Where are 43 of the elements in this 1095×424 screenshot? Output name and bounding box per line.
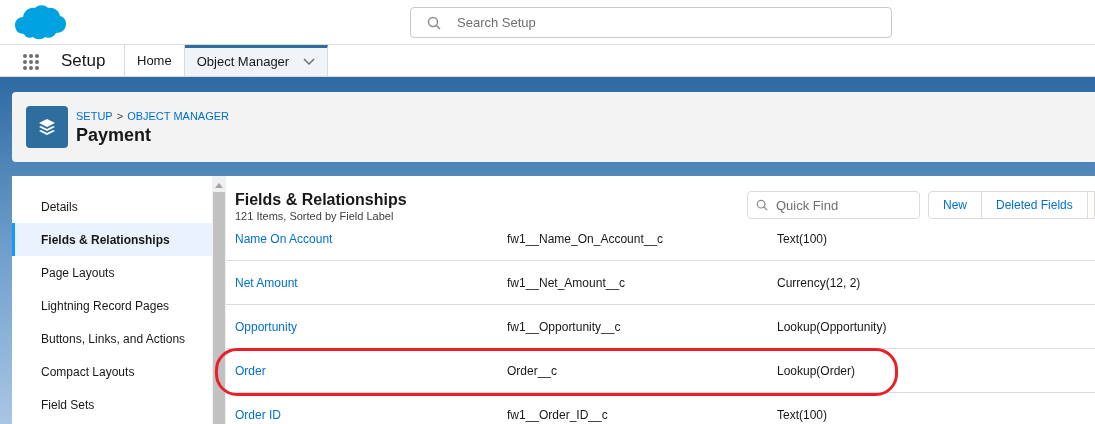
app-name: Setup	[61, 49, 107, 72]
section-title: Fields & Relationships	[235, 190, 408, 210]
sidebar-item[interactable]: Buttons, Links, and Actions	[12, 322, 212, 355]
scrollbar[interactable]	[212, 176, 226, 424]
field-link[interactable]: Name On Account	[226, 229, 507, 248]
toolbar-button[interactable]: New	[929, 192, 982, 218]
table-cell-text: Lookup(Order)	[777, 362, 857, 380]
table-cell-text: Currency(12, 2)	[777, 274, 862, 292]
table-cell-text: Lookup(Opportunity)	[777, 318, 888, 336]
breadcrumb-link[interactable]: SETUP	[76, 107, 113, 125]
layers-icon	[26, 106, 68, 148]
field-link[interactable]: Opportunity	[226, 317, 507, 336]
nav-tab[interactable]: Home	[125, 45, 185, 76]
table-cell-text: Text(100)	[777, 230, 829, 248]
field-link[interactable]: Order	[226, 361, 507, 380]
table-cell-text: fw1__Net_Amount__c	[507, 274, 627, 292]
table-cell-text: fw1__Opportunity__c	[507, 318, 622, 336]
search-field[interactable]: Search Setup	[410, 7, 892, 38]
sidebar-item[interactable]: Page Layouts	[12, 256, 212, 289]
table-cell-text: fw1__Order_ID__c	[507, 406, 609, 424]
app-launcher-icon[interactable]	[22, 53, 40, 71]
page-title: Payment	[76, 124, 153, 147]
cloud-logo[interactable]	[14, 4, 66, 40]
scroll-up-icon[interactable]	[215, 182, 223, 188]
table-cell-text: Text(100)	[777, 406, 829, 424]
search-icon	[756, 199, 768, 211]
search-icon	[427, 16, 441, 30]
nav-tab[interactable]: Object Manager	[184, 45, 329, 76]
field-link[interactable]: Order ID	[226, 405, 507, 424]
field-link[interactable]: Net Amount	[226, 273, 507, 292]
breadcrumb-link[interactable]: OBJECT MANAGER	[127, 107, 229, 125]
sidebar-item[interactable]: Compact Layouts	[12, 355, 212, 388]
table-cell-text: Order__c	[507, 362, 559, 380]
sidebar-item[interactable]: Fields & Relationships	[12, 223, 212, 256]
sidebar-item[interactable]: Details	[12, 190, 212, 223]
item-count: 121 Items, Sorted by Field Label	[235, 210, 395, 223]
chevron-down-icon[interactable]	[303, 58, 316, 66]
breadcrumb-separator: >	[116, 108, 124, 124]
quick-find-field[interactable]: Quick Find	[747, 191, 920, 219]
sidebar-item[interactable]: Field Sets	[12, 388, 212, 421]
toolbar-button[interactable]: Deleted Fields	[982, 192, 1088, 218]
table-cell-text: fw1__Name_On_Account__c	[507, 230, 665, 248]
sidebar-item[interactable]: Lightning Record Pages	[12, 289, 212, 322]
